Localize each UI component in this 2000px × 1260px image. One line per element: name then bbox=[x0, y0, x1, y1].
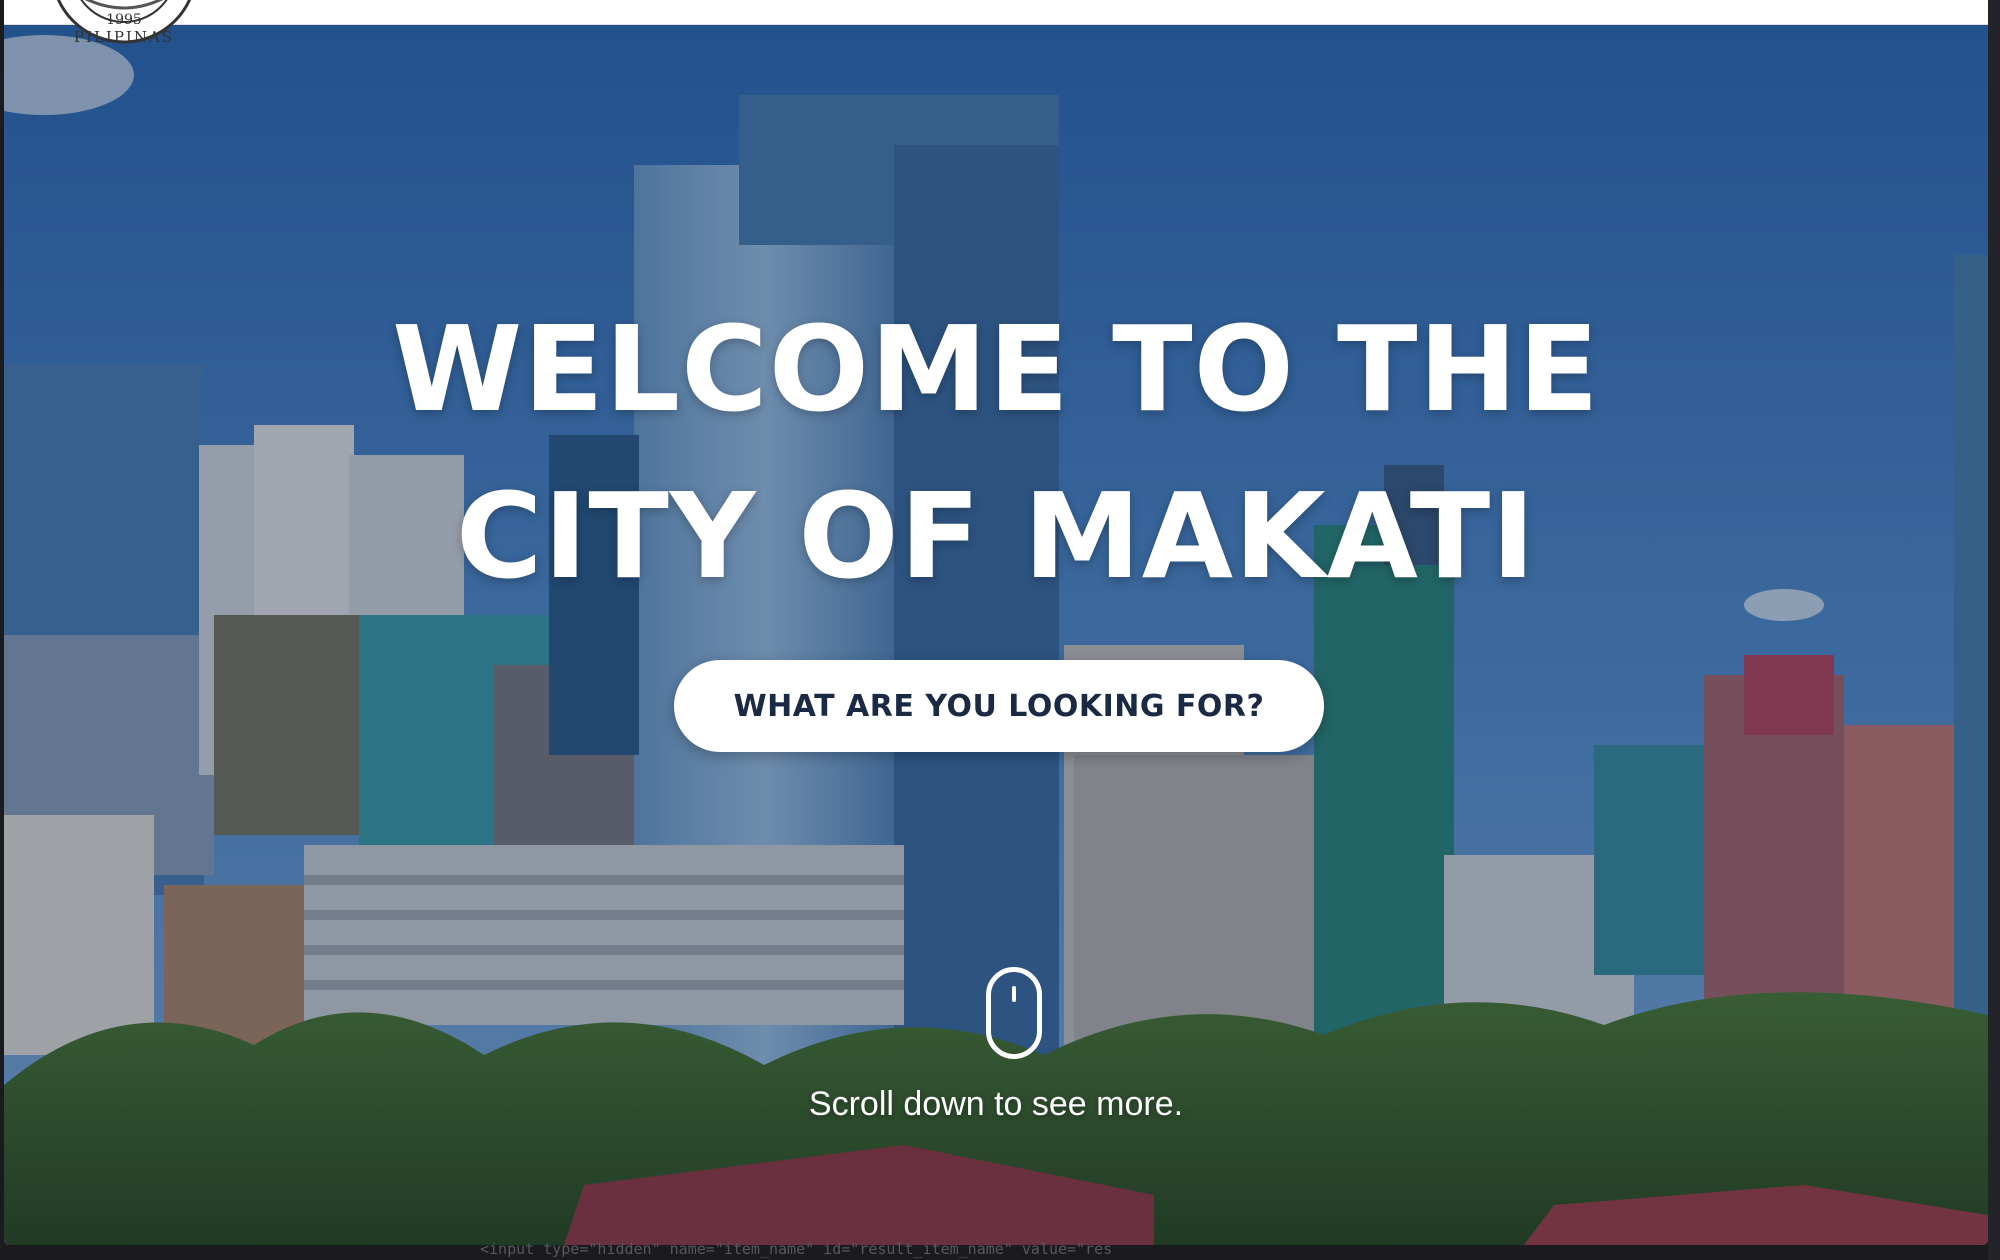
hero-banner: WELCOME TO THE CITY OF MAKATI WHAT ARE Y… bbox=[4, 25, 1988, 1245]
mouse-wheel-icon bbox=[1012, 986, 1016, 1002]
svg-text:PILIPINAS: PILIPINAS bbox=[74, 28, 174, 46]
background-code-editor-line: <input type="hidden" name="item_name" id… bbox=[480, 1240, 1113, 1258]
scroll-hint-text: Scroll down to see more. bbox=[808, 1085, 1184, 1123]
window-edge bbox=[1988, 0, 2000, 1260]
svg-text:1995: 1995 bbox=[106, 12, 142, 28]
mouse-scroll-icon[interactable] bbox=[986, 967, 1042, 1059]
hero-headline-line1: WELCOME TO THE bbox=[392, 300, 1600, 438]
top-navigation-bar bbox=[4, 0, 1988, 25]
dark-overlay bbox=[4, 25, 1988, 1245]
hero-headline-line2: CITY OF MAKATI bbox=[455, 467, 1537, 605]
browser-window: 1995 PILIPINAS WELCOME TO THE CITY OF MA… bbox=[4, 0, 1988, 1245]
what-are-you-looking-for-button[interactable]: WHAT ARE YOU LOOKING FOR? bbox=[674, 660, 1324, 752]
city-seal-logo[interactable]: 1995 PILIPINAS bbox=[44, 0, 204, 50]
